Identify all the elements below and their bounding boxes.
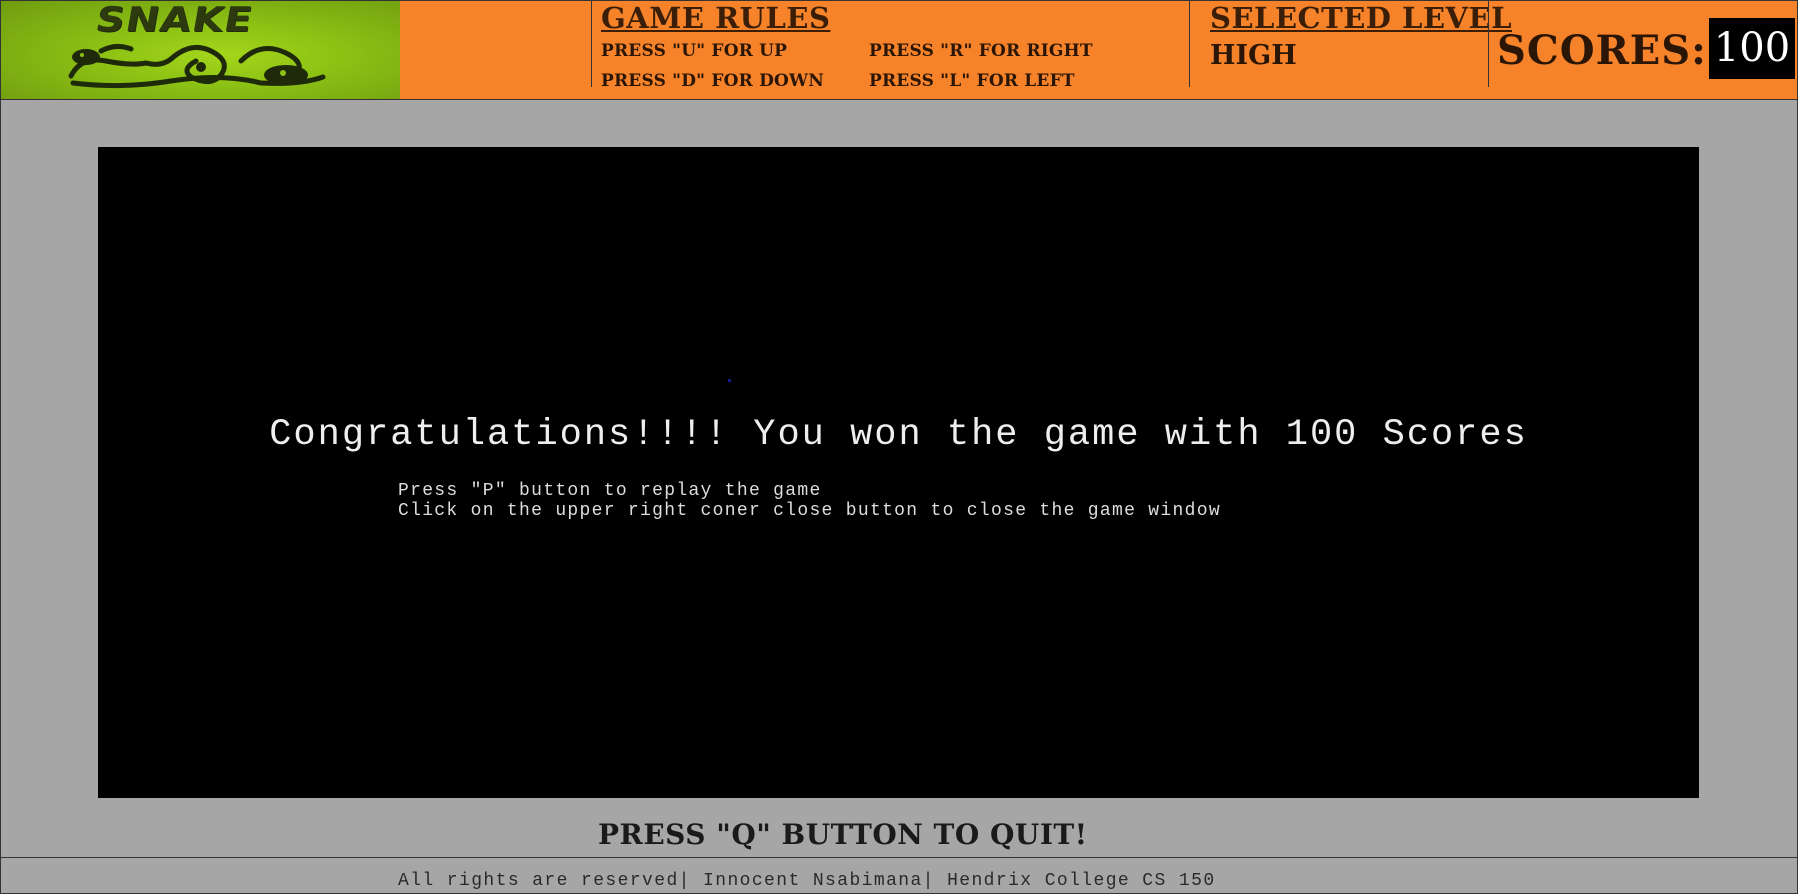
scores-value: 100: [1709, 18, 1795, 79]
header-divider: [1488, 1, 1489, 87]
close-instruction: Click on the upper right coner close but…: [398, 501, 1221, 521]
food-dot: [728, 379, 731, 382]
footer-text: All rights are reserved| Innocent Nsabim…: [398, 871, 1216, 891]
header-divider: [1189, 1, 1190, 87]
level-value: HIGH: [1210, 40, 1297, 71]
game-canvas[interactable]: Congratulations!!!! You won the game wit…: [98, 147, 1699, 798]
rule-left: PRESS "L" FOR LEFT: [869, 71, 1075, 91]
rules-title: GAME RULES: [601, 1, 831, 35]
rule-up: PRESS "U" FOR UP: [601, 41, 788, 61]
rule-down: PRESS "D" FOR DOWN: [601, 71, 825, 91]
snake-logo: SNAKE: [1, 1, 400, 99]
footer-divider: [1, 857, 1797, 858]
win-message: Congratulations!!!! You won the game wit…: [269, 414, 1528, 456]
rule-right: PRESS "R" FOR RIGHT: [869, 41, 1093, 61]
header-divider: [591, 1, 592, 87]
replay-instruction: Press "P" button to replay the game: [398, 481, 822, 501]
snake-icon: [68, 43, 326, 89]
level-title: SELECTED LEVEL: [1210, 1, 1513, 35]
scores-label: SCORES:: [1497, 27, 1707, 74]
header-bar: SNAKE GAME RULES PRESS "U" FOR UP PRESS …: [1, 1, 1797, 100]
quit-button[interactable]: PRESS "Q" BUTTON TO QUIT!: [598, 818, 1088, 851]
